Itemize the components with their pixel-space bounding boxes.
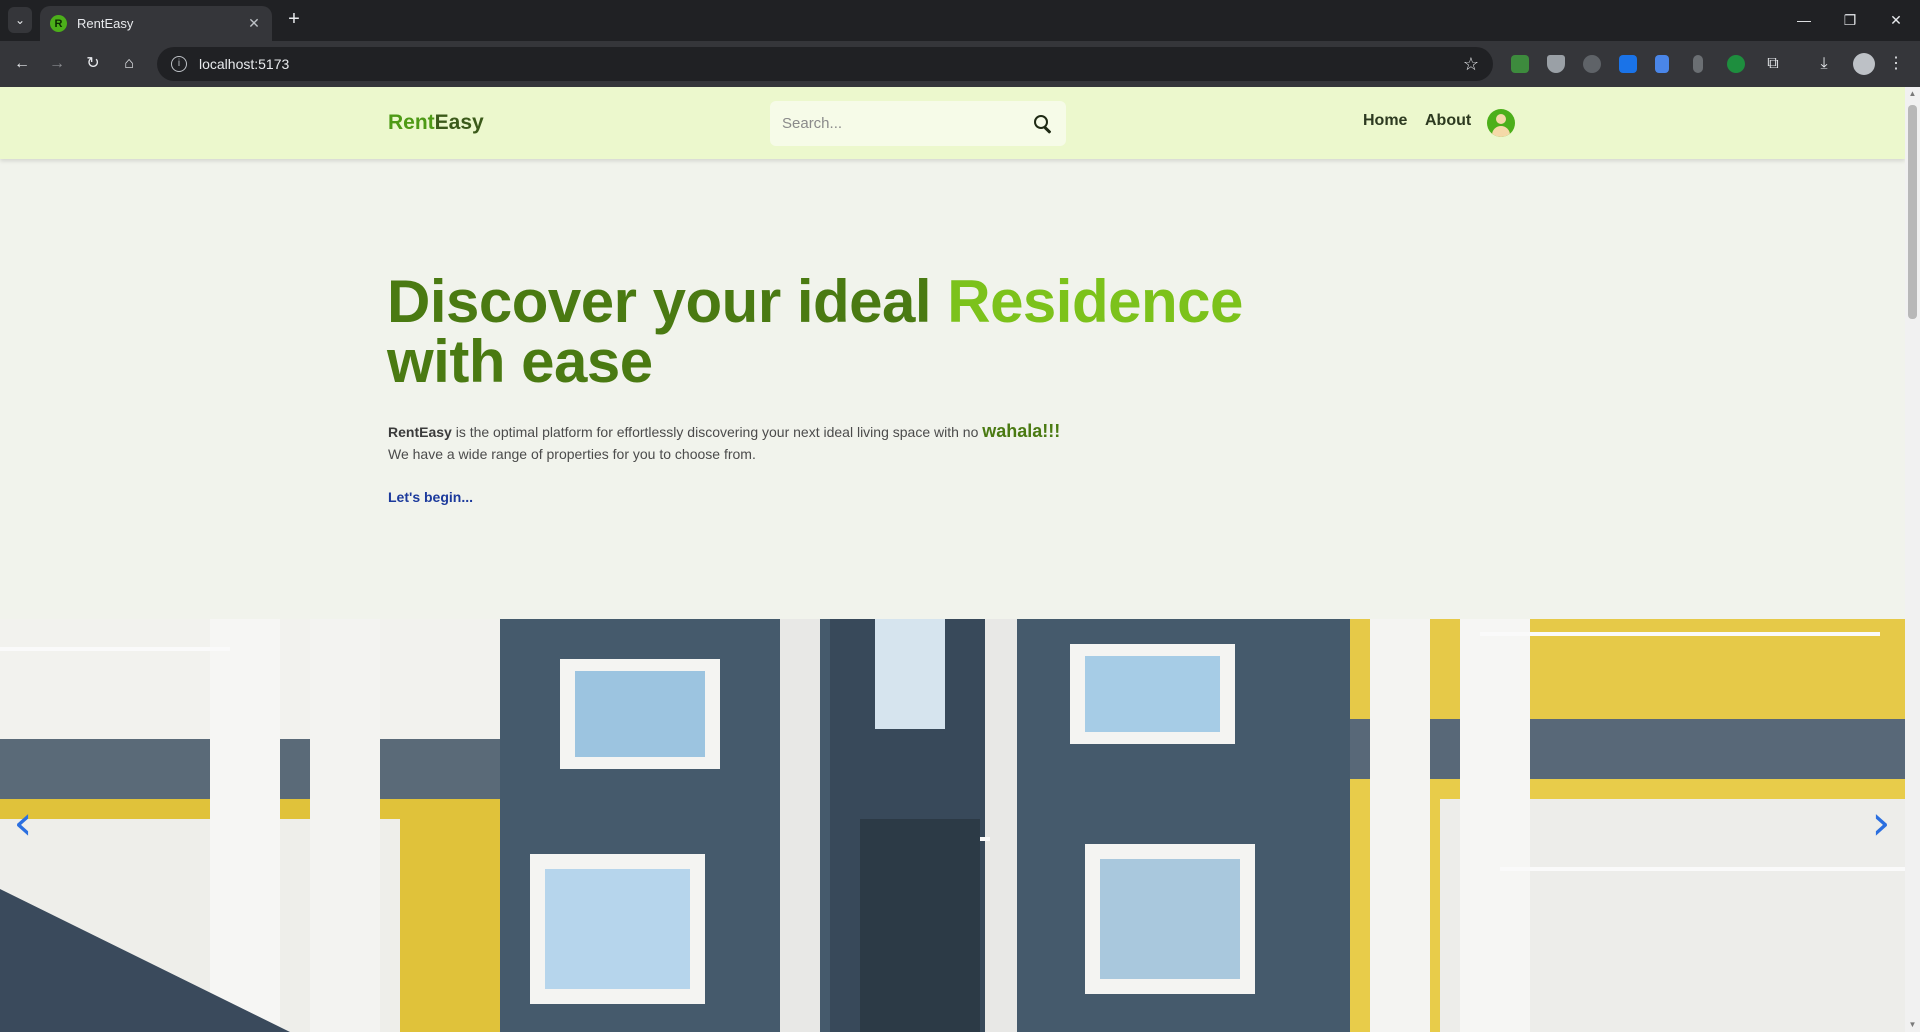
logo-part-easy: Easy (434, 111, 484, 134)
hero-desc-emphasis: wahala!!! (982, 421, 1061, 441)
site-info-icon[interactable]: i (171, 56, 187, 72)
property-carousel: ‹ › (0, 619, 1905, 1032)
home-icon[interactable]: ⌂ (117, 52, 141, 76)
hero-title-part1: Discover your ideal (387, 268, 948, 335)
browser-tabstrip: ⌄ R RentEasy ✕ + — ❐ ✕ (0, 0, 1920, 41)
tab-favicon-icon: R (50, 15, 67, 32)
scroll-thumb[interactable] (1908, 105, 1917, 319)
bookmark-star-icon[interactable]: ☆ (1463, 54, 1479, 75)
hero-title-line2: with ease (387, 328, 653, 395)
hero-desc-line2: We have a wide range of properties for y… (388, 446, 756, 462)
menu-kebab-icon[interactable]: ⋮ (1884, 52, 1908, 76)
tab-search-icon[interactable]: ⌄ (8, 7, 32, 33)
nav-about[interactable]: About (1425, 112, 1471, 130)
shield-extension-icon[interactable] (1547, 55, 1565, 73)
hero-title-accent: Residence (947, 268, 1243, 335)
reload-icon[interactable]: ↻ (81, 52, 105, 76)
scroll-up-arrow-icon[interactable]: ▲ (1905, 87, 1920, 101)
page-viewport: RentEasy Home About Discover your ideal … (0, 87, 1920, 1032)
scroll-down-arrow-icon[interactable]: ▼ (1905, 1018, 1920, 1032)
extension-3-icon[interactable] (1583, 55, 1601, 73)
back-icon[interactable]: ← (10, 52, 34, 76)
profile-avatar-icon[interactable] (1853, 53, 1875, 75)
logo-part-rent: Rent (388, 111, 435, 134)
site-header: RentEasy Home About (0, 87, 1905, 159)
minimize-icon[interactable]: — (1790, 8, 1818, 32)
apartment-building-photo (0, 619, 1905, 1032)
hero-description: RentEasy is the optimal platform for eff… (388, 421, 1060, 465)
page-scrollbar[interactable]: ▲ ▼ (1905, 87, 1920, 1032)
extension-6-icon[interactable] (1693, 55, 1703, 73)
extension-4-icon[interactable] (1619, 55, 1637, 73)
nav-home[interactable]: Home (1363, 112, 1407, 130)
address-url[interactable]: localhost:5173 (199, 56, 289, 72)
chevron-left-icon[interactable]: ‹ (8, 799, 38, 849)
search-icon[interactable] (1032, 113, 1054, 135)
user-avatar-icon[interactable] (1487, 109, 1515, 137)
extension-1-icon[interactable] (1511, 55, 1529, 73)
browser-tab[interactable]: R RentEasy ✕ (40, 6, 272, 41)
window-close-icon[interactable]: ✕ (1882, 8, 1910, 32)
lets-begin-link[interactable]: Let's begin... (388, 489, 473, 505)
extension-5-icon[interactable] (1655, 55, 1669, 73)
search-input[interactable] (782, 115, 1032, 132)
download-icon[interactable]: ⤓ (1812, 52, 1836, 76)
address-bar[interactable]: i localhost:5173 ☆ (157, 47, 1493, 81)
forward-icon[interactable]: → (45, 52, 69, 76)
extension-7-icon[interactable] (1727, 55, 1745, 73)
chevron-right-icon[interactable]: › (1866, 799, 1896, 849)
tab-title: RentEasy (77, 16, 134, 31)
search-box (770, 101, 1066, 146)
new-tab-icon[interactable]: + (282, 8, 306, 32)
extensions-puzzle-icon[interactable]: ⧉ (1761, 52, 1785, 76)
tab-close-icon[interactable]: ✕ (246, 15, 262, 32)
hero-desc-middle: is the optimal platform for effortlessly… (451, 424, 983, 440)
hero-title: Discover your ideal Residence with ease (387, 272, 1243, 392)
restore-icon[interactable]: ❐ (1836, 8, 1864, 32)
site-logo[interactable]: RentEasy (388, 111, 484, 135)
hero-desc-brand: RentEasy (388, 424, 452, 440)
browser-toolbar: ← → ↻ ⌂ i localhost:5173 ☆ ⧉ ⤓ ⋮ (0, 41, 1920, 87)
